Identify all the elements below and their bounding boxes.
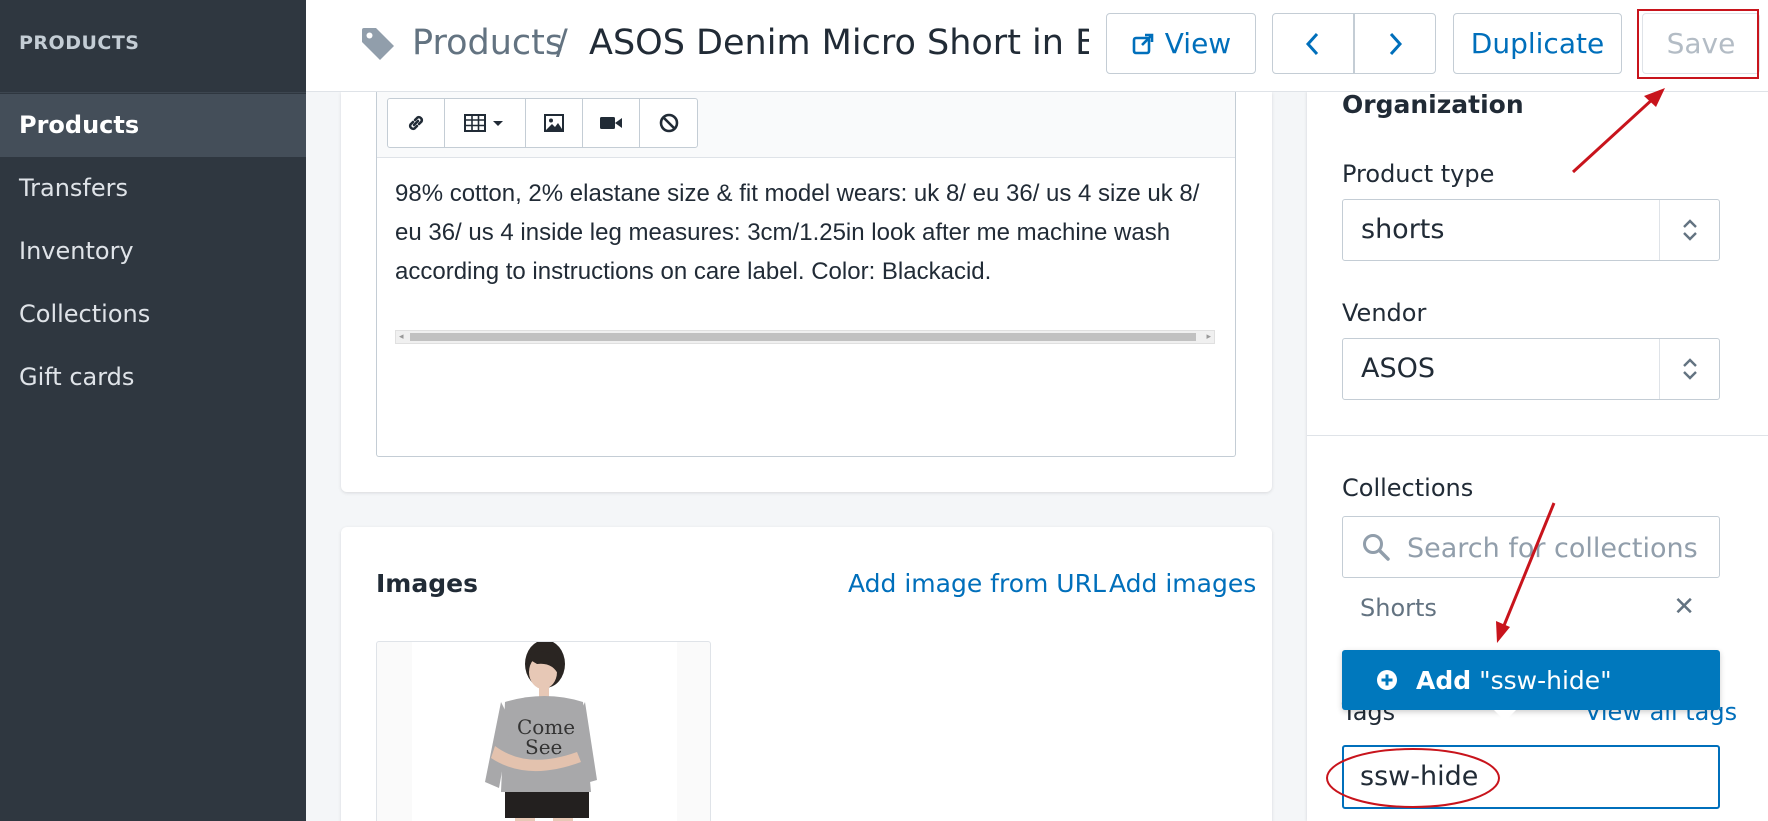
add-tag-verb: Add xyxy=(1416,666,1472,695)
add-tag-value: "ssw-hide" xyxy=(1479,666,1612,695)
add-image-from-url-link[interactable]: Add image from URL xyxy=(848,569,1106,598)
collections-search-input[interactable]: Search for collections xyxy=(1342,516,1720,578)
page-title: ASOS Denim Micro Short in Bl... xyxy=(589,23,1089,63)
images-card: Images Add image from URL Add images Com… xyxy=(341,527,1272,821)
product-image-thumbnail[interactable]: Come See xyxy=(376,641,711,821)
search-icon xyxy=(1361,532,1391,566)
editor-horizontal-scrollbar[interactable]: ◂ ▸ xyxy=(395,330,1215,344)
description-card: 98% cotton, 2% elastane size & fit model… xyxy=(341,92,1272,492)
top-bar: Products / ASOS Denim Micro Short in Bl.… xyxy=(306,0,1768,92)
images-title: Images xyxy=(376,569,478,598)
organization-panel: Organization Product type shorts Vendor … xyxy=(1307,92,1768,821)
add-tag-text: Add "ssw-hide" xyxy=(1416,666,1612,695)
view-button[interactable]: View xyxy=(1106,13,1256,74)
editor-body-text[interactable]: 98% cotton, 2% elastane size & fit model… xyxy=(395,174,1225,291)
scroll-right-arrow-icon[interactable]: ▸ xyxy=(1206,331,1211,343)
scrollbar-thumb[interactable] xyxy=(410,333,1196,341)
link-icon[interactable] xyxy=(388,99,445,147)
collections-search-placeholder: Search for collections xyxy=(1407,533,1698,564)
product-photo: Come See xyxy=(412,642,677,821)
add-images-link[interactable]: Add images xyxy=(1109,569,1256,598)
next-product-button[interactable] xyxy=(1354,13,1436,74)
editor-toolbar xyxy=(377,92,1235,158)
view-button-label: View xyxy=(1164,27,1232,60)
remove-collection-icon[interactable]: ✕ xyxy=(1673,592,1695,622)
chevron-left-icon xyxy=(1305,32,1319,55)
editor-tool-group xyxy=(387,98,698,148)
sidebar-item-transfers[interactable]: Transfers xyxy=(0,157,306,220)
sidebar: PRODUCTS Products Transfers Inventory Co… xyxy=(0,0,306,821)
breadcrumb-products-link[interactable]: Products xyxy=(412,20,563,66)
add-tag-option[interactable]: Add "ssw-hide" xyxy=(1342,650,1720,710)
breadcrumb-separator: / xyxy=(556,23,568,63)
sidebar-item-collections[interactable]: Collections xyxy=(0,283,306,346)
sidebar-heading: PRODUCTS xyxy=(19,32,140,54)
collection-item: Shorts ✕ xyxy=(1342,586,1720,634)
select-updown-icon xyxy=(1659,339,1719,399)
video-icon[interactable] xyxy=(583,99,640,147)
sidebar-divider xyxy=(0,92,306,93)
dropdown-caret xyxy=(1494,710,1516,721)
table-icon[interactable] xyxy=(445,99,526,147)
tags-input[interactable]: ssw-hide xyxy=(1342,745,1720,809)
chevron-right-icon xyxy=(1389,32,1403,55)
plus-circle-icon xyxy=(1376,669,1398,695)
collection-name: Shorts xyxy=(1360,594,1437,622)
external-link-icon xyxy=(1132,33,1154,54)
svg-text:See: See xyxy=(525,735,562,759)
save-highlight-box xyxy=(1637,9,1759,79)
product-type-select[interactable]: shorts xyxy=(1342,199,1720,261)
panel-divider xyxy=(1307,435,1768,436)
vendor-value: ASOS xyxy=(1361,353,1435,384)
tags-input-value: ssw-hide xyxy=(1360,761,1479,792)
vendor-label: Vendor xyxy=(1342,299,1427,327)
sidebar-item-products[interactable]: Products xyxy=(0,94,306,157)
previous-product-button[interactable] xyxy=(1272,13,1354,74)
product-type-value: shorts xyxy=(1361,214,1445,245)
vendor-select[interactable]: ASOS xyxy=(1342,338,1720,400)
sidebar-item-inventory[interactable]: Inventory xyxy=(0,220,306,283)
clear-format-icon[interactable] xyxy=(640,99,697,147)
tag-icon xyxy=(358,24,398,64)
sidebar-item-gift-cards[interactable]: Gift cards xyxy=(0,346,306,409)
organization-title: Organization xyxy=(1342,90,1524,119)
duplicate-button[interactable]: Duplicate xyxy=(1453,13,1622,74)
collections-label: Collections xyxy=(1342,474,1474,502)
scroll-left-arrow-icon[interactable]: ◂ xyxy=(399,331,404,343)
image-icon[interactable] xyxy=(526,99,583,147)
product-type-label: Product type xyxy=(1342,160,1495,188)
select-updown-icon xyxy=(1659,200,1719,260)
rich-text-editor[interactable]: 98% cotton, 2% elastane size & fit model… xyxy=(376,92,1236,457)
